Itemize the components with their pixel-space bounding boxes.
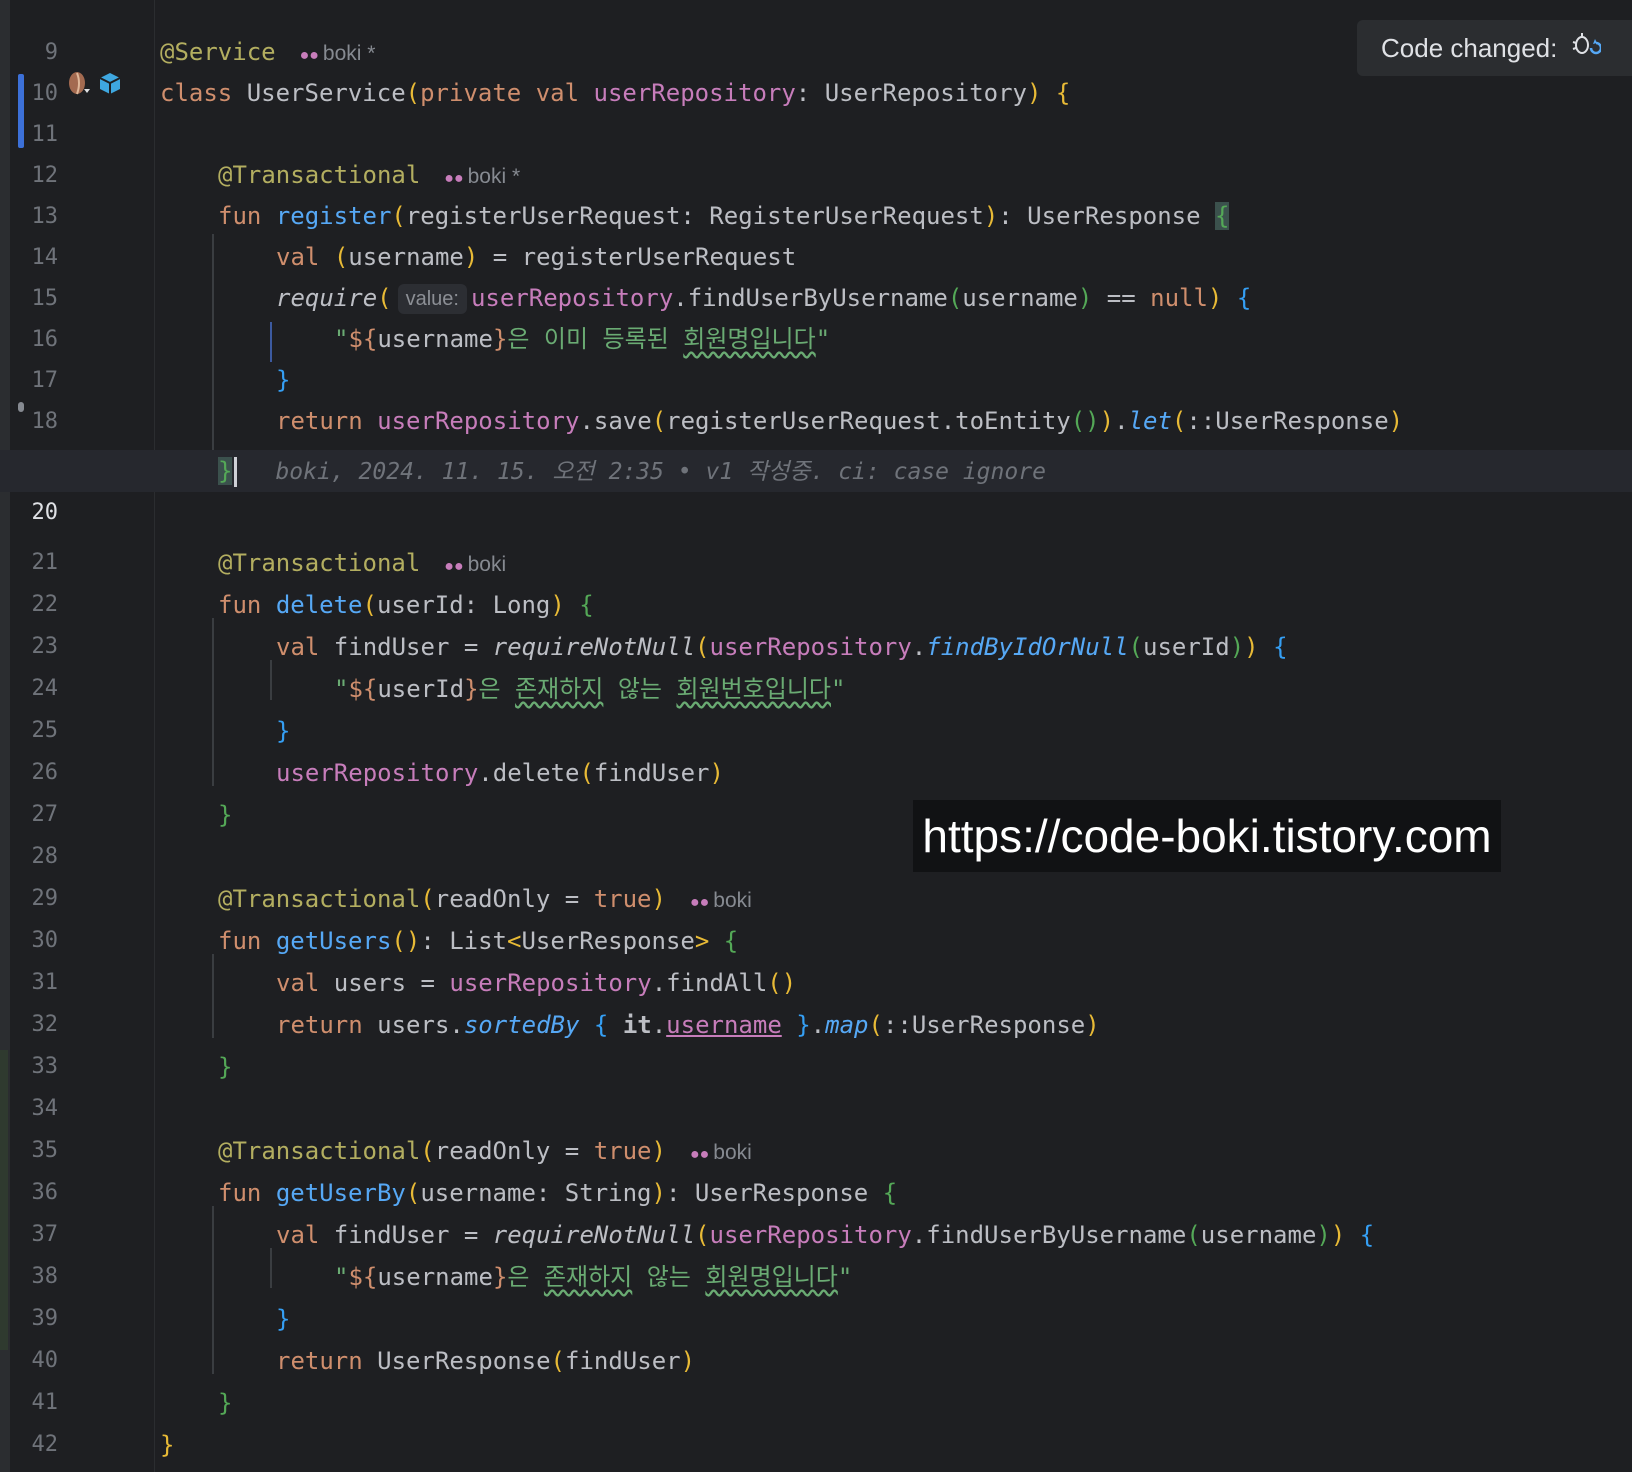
- code-text[interactable]: @Service ●● boki *: [160, 31, 375, 77]
- code-author-hint[interactable]: ●● boki: [690, 889, 752, 912]
- code-text[interactable]: fun register(registerUserRequest: Regist…: [160, 195, 1230, 237]
- watermark-banner: https://code-boki.tistory.com: [913, 800, 1501, 872]
- git-blame-annotation[interactable]: boki, 2024. 11. 15. 오전 2:35 • v1 작성중. ci…: [275, 459, 1045, 485]
- code-lines[interactable]: 9 10 @Service ●● boki * 11 class UserServi…: [0, 0, 1632, 1472]
- code-text[interactable]: return users.sortedBy { it.username }.ma…: [160, 1004, 1100, 1046]
- code-editor[interactable]: 9 10 @Service ●● boki * 11 class UserServi…: [0, 0, 1632, 1472]
- code-text[interactable]: return userRepository.save(registerUserR…: [160, 400, 1403, 442]
- debugger-reload-icon[interactable]: [1569, 30, 1603, 66]
- code-text[interactable]: } boki, 2024. 11. 15. 오전 2:35 • v1 작성중. c…: [160, 450, 1046, 493]
- code-line[interactable]: 14 fun register(registerUserRequest: Reg…: [0, 195, 1632, 270]
- code-line[interactable]: 15 val (username) = registerUserRequest: [0, 236, 1632, 311]
- code-text[interactable]: @Transactional ●● boki: [160, 542, 506, 588]
- matched-brace: {: [1215, 202, 1230, 230]
- code-line[interactable]: 43 }: [0, 1424, 1632, 1466]
- annotation: @Transactional: [218, 161, 421, 189]
- code-line[interactable]: 35: [0, 1088, 1632, 1163]
- code-text[interactable]: "${username}은 존재하지 않는 회원명입니다": [160, 1256, 852, 1298]
- code-text[interactable]: "${username}은 이미 등록된 회원명입니다": [160, 318, 830, 360]
- code-text[interactable]: val findUser = requireNotNull(userReposi…: [160, 626, 1288, 668]
- line-number: 43: [12, 1466, 58, 1472]
- code-line[interactable]: 42 }: [0, 1382, 1632, 1457]
- code-text[interactable]: }: [160, 710, 290, 752]
- code-line[interactable]: 22 @Transactional ●● boki: [0, 542, 1632, 617]
- code-text[interactable]: userRepository.delete(findUser): [160, 752, 724, 794]
- code-text[interactable]: }: [160, 359, 290, 401]
- annotation: @Transactional: [218, 885, 421, 913]
- watermark-url: https://code-boki.tistory.com: [922, 810, 1492, 862]
- code-line[interactable]: 11 class UserService(private val userRep…: [0, 72, 1632, 147]
- code-text[interactable]: }: [160, 1046, 232, 1088]
- users-icon: ●●: [444, 558, 464, 575]
- author-name: boki *: [467, 165, 521, 188]
- code-text[interactable]: @Transactional(readOnly = true) ●● boki: [160, 878, 752, 924]
- code-text[interactable]: @Transactional(readOnly = true) ●● boki: [160, 1130, 752, 1176]
- code-text[interactable]: val findUser = requireNotNull(userReposi…: [160, 1214, 1374, 1256]
- users-icon: ●●: [689, 1146, 710, 1163]
- code-author-hint[interactable]: ●● boki *: [444, 165, 520, 188]
- code-line[interactable]: 37 fun getUserBy(username: String): User…: [0, 1172, 1632, 1247]
- code-line[interactable]: 31 fun getUsers(): List<UserResponse> {: [0, 920, 1632, 995]
- code-changed-notification[interactable]: Code changed:: [1357, 20, 1632, 76]
- code-text[interactable]: }: [160, 1424, 174, 1466]
- matched-brace: }: [218, 457, 233, 485]
- code-line[interactable]: 21: [0, 500, 1632, 575]
- code-line[interactable]: 30 @Transactional(readOnly = true) ●● boki: [0, 878, 1632, 953]
- code-text[interactable]: "${userId}은 존재하지 않는 회원번호입니다": [160, 668, 845, 710]
- code-line[interactable]: 36 @Transactional(readOnly = true) ●● boki: [0, 1130, 1632, 1205]
- code-line[interactable]: 40 }: [0, 1298, 1632, 1373]
- code-author-hint[interactable]: ●● boki: [690, 1141, 752, 1164]
- annotation: @Service: [160, 38, 276, 66]
- code-line[interactable]: 38 val findUser = requireNotNull(userRep…: [0, 1214, 1632, 1289]
- author-name: boki *: [322, 42, 376, 65]
- code-author-hint[interactable]: ●● boki *: [300, 42, 376, 65]
- code-line[interactable]: 25 "${userId}은 존재하지 않는 회원번호입니다": [0, 668, 1632, 743]
- code-text[interactable]: }: [160, 1382, 232, 1424]
- code-text[interactable]: fun getUserBy(username: String): UserRes…: [160, 1172, 897, 1214]
- code-line[interactable]: 33 return users.sortedBy { it.username }…: [0, 1004, 1632, 1079]
- code-text[interactable]: fun getUsers(): List<UserResponse> {: [160, 920, 738, 962]
- parameter-hint: value:: [397, 284, 467, 314]
- code-line[interactable]: 17 "${username}은 이미 등록된 회원명입니다": [0, 318, 1632, 393]
- code-text[interactable]: val users = userRepository.findAll(): [160, 962, 796, 1004]
- code-text[interactable]: return UserResponse(findUser): [160, 1340, 695, 1382]
- users-icon: ●●: [299, 47, 319, 64]
- code-line[interactable]: 34 }: [0, 1046, 1632, 1121]
- code-line[interactable]: 18 }: [0, 359, 1632, 434]
- code-text[interactable]: val (username) = registerUserRequest: [160, 236, 796, 278]
- author-name: boki: [713, 889, 752, 912]
- code-text[interactable]: fun delete(userId: Long) {: [160, 584, 594, 626]
- code-line[interactable]: 39 "${username}은 존재하지 않는 회원명입니다": [0, 1256, 1632, 1331]
- author-name: boki: [467, 553, 507, 576]
- annotation: @Transactional: [218, 1137, 421, 1165]
- code-text[interactable]: class UserService(private val userReposi…: [160, 72, 1070, 114]
- code-line[interactable]: 13 @Transactional ●● boki *: [0, 154, 1632, 229]
- users-icon: ●●: [689, 894, 710, 911]
- code-line[interactable]: 12: [0, 113, 1632, 188]
- code-line[interactable]: 16 require(value: userRepository.findUser…: [0, 277, 1632, 352]
- code-line[interactable]: 32 val users = userRepository.findAll(): [0, 962, 1632, 1037]
- text-caret: [234, 457, 238, 487]
- code-text[interactable]: require(value: userRepository.findUserByU…: [160, 277, 1251, 319]
- code-line[interactable]: 19 return userRepository.save(registerUs…: [0, 400, 1632, 475]
- code-line[interactable]: 26 }: [0, 710, 1632, 785]
- code-line[interactable]: 41 return UserResponse(findUser): [0, 1340, 1632, 1415]
- code-text[interactable]: }: [160, 794, 232, 836]
- code-changed-label: Code changed:: [1381, 32, 1558, 63]
- author-name: boki: [713, 1141, 752, 1164]
- code-line-current[interactable]: 20 } boki, 2024. 11. 15. 오전 2:35 • v1 작성중…: [0, 450, 1632, 525]
- code-author-hint[interactable]: ●● boki: [444, 553, 506, 576]
- code-text[interactable]: @Transactional ●● boki *: [160, 154, 520, 200]
- code-line[interactable]: 27 userRepository.delete(findUser): [0, 752, 1632, 827]
- code-text[interactable]: }: [160, 1298, 290, 1340]
- users-icon: ●●: [444, 170, 464, 187]
- code-line[interactable]: 23 fun delete(userId: Long) {: [0, 584, 1632, 659]
- annotation: @Transactional: [218, 549, 421, 577]
- code-line[interactable]: 24 val findUser = requireNotNull(userRep…: [0, 626, 1632, 701]
